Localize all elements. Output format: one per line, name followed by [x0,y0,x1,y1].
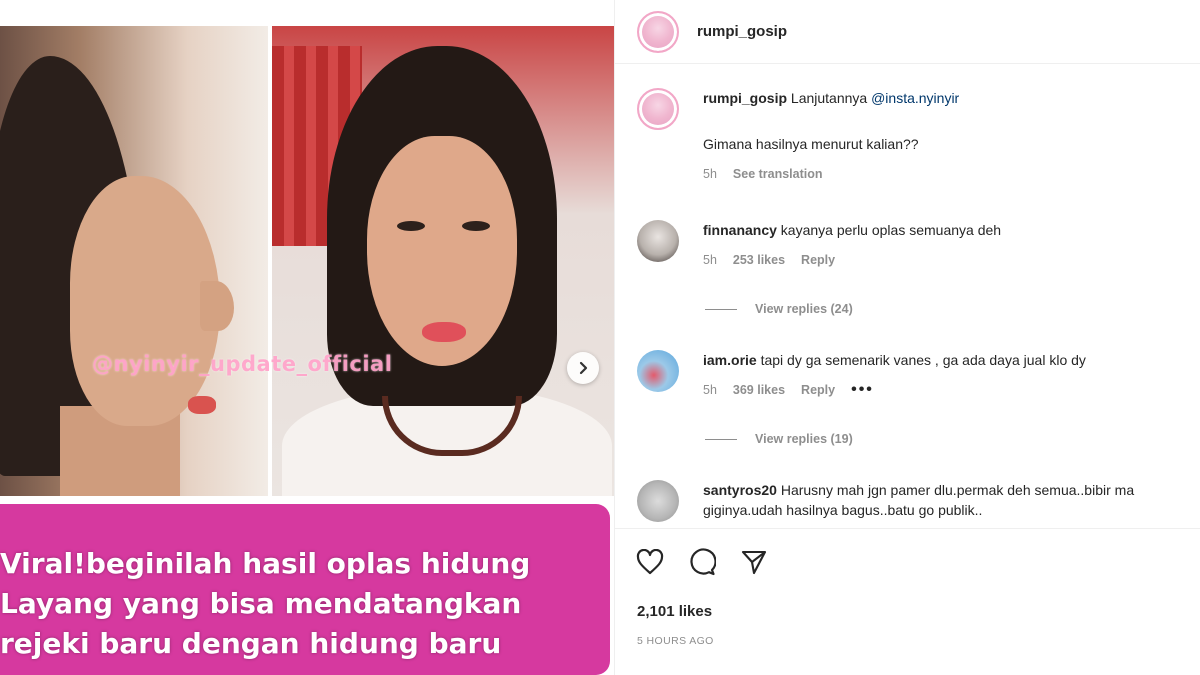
post-header: rumpi_gosip [615,0,1200,64]
see-translation-link[interactable]: See translation [733,164,823,184]
post-timestamp: 5 HOURS AGO [637,635,714,647]
caption-line: rejeki baru dengan hidung baru [0,627,502,660]
after-photo [272,26,614,496]
media-top-strip [0,0,614,26]
comment-body: rumpi_gosip Lanjutannya @insta.nyinyir G… [703,88,1200,184]
comment-time: 5h [703,167,717,181]
comment-meta: 5h See translation [703,164,1200,184]
comment-username[interactable]: santyros20 [703,482,777,498]
share-button[interactable] [739,547,769,577]
image-watermark: @nyinyir_update_official [92,352,393,376]
avatar[interactable] [637,350,679,392]
likes-count[interactable]: 2,101 likes [637,603,712,620]
lips-shape [188,396,216,414]
avatar[interactable] [637,220,679,262]
comment-likes[interactable]: 369 likes [733,380,785,400]
view-replies-label: View replies (19) [755,432,853,446]
comment-meta: 5h 253 likes Reply [703,250,1200,270]
eye-shape [397,221,425,231]
comment-time: 5h [703,253,717,267]
comment-body: iam.orie tapi dy ga semenarik vanes , ga… [703,350,1200,400]
comment-username[interactable]: rumpi_gosip [703,90,787,106]
comment-username[interactable]: finnanancy [703,222,777,238]
comment-body: santyros20 Harusny mah jgn pamer dlu.per… [703,480,1193,520]
avatar[interactable] [637,480,679,522]
comment-text: Lanjutannya [790,90,872,106]
replies-line [705,308,737,310]
paper-plane-icon [741,550,767,575]
like-button[interactable] [635,547,665,577]
comment-meta: 5h 369 likes Reply ••• [703,380,1200,400]
comment-time: 5h [703,383,717,397]
reply-button[interactable]: Reply [801,250,835,270]
view-replies-button[interactable]: View replies (19) [705,432,853,446]
nose-shape [200,281,234,331]
action-buttons [635,547,769,577]
mention-link[interactable]: @insta.nyinyir [871,90,959,106]
face-profile-shape [70,176,220,426]
comment-button[interactable] [687,547,717,577]
caption-line: Viral!beginilah hasil oplas hidung [0,547,531,580]
eye-shape [462,221,490,231]
comment-bubble-icon [690,548,716,576]
caption-line: Layang yang bisa mendatangkan [0,587,522,620]
heart-icon [636,549,664,575]
chevron-right-icon [579,361,588,375]
carousel-next-button[interactable] [567,352,599,384]
avatar[interactable] [637,10,679,53]
comment-body: finnanancy kayanya perlu oplas semuanya … [703,220,1200,270]
lips-shape [422,322,466,342]
header-username[interactable]: rumpi_gosip [697,23,787,40]
reply-button[interactable]: Reply [801,380,835,400]
comment-text: tapi dy ga semenarik vanes , ga ada daya… [760,352,1086,368]
caption-card: Viral!beginilah hasil oplas hidung Layan… [0,504,610,675]
caption-banner: Viral!beginilah hasil oplas hidung Layan… [0,496,614,675]
comment-likes[interactable]: 253 likes [733,250,785,270]
replies-line [705,438,737,440]
comment-username[interactable]: iam.orie [703,352,757,368]
caption-second-line: Gimana hasilnya menurut kalian?? [703,136,919,152]
view-replies-label: View replies (24) [755,302,853,316]
post-actions-section: 2,101 likes 5 HOURS AGO [615,528,1200,675]
comments-list[interactable]: rumpi_gosip Lanjutannya @insta.nyinyir G… [615,64,1200,526]
avatar[interactable] [637,88,679,130]
comment-text: kayanya perlu oplas semuanya deh [780,222,1002,238]
post-detail-pane: rumpi_gosip rumpi_gosip Lanjutannya @ins… [614,0,1200,675]
before-photo [0,26,268,496]
more-options-icon[interactable]: ••• [851,380,874,400]
view-replies-button[interactable]: View replies (24) [705,302,853,316]
post-media: @nyinyir_update_official Viral!beginilah… [0,0,614,675]
